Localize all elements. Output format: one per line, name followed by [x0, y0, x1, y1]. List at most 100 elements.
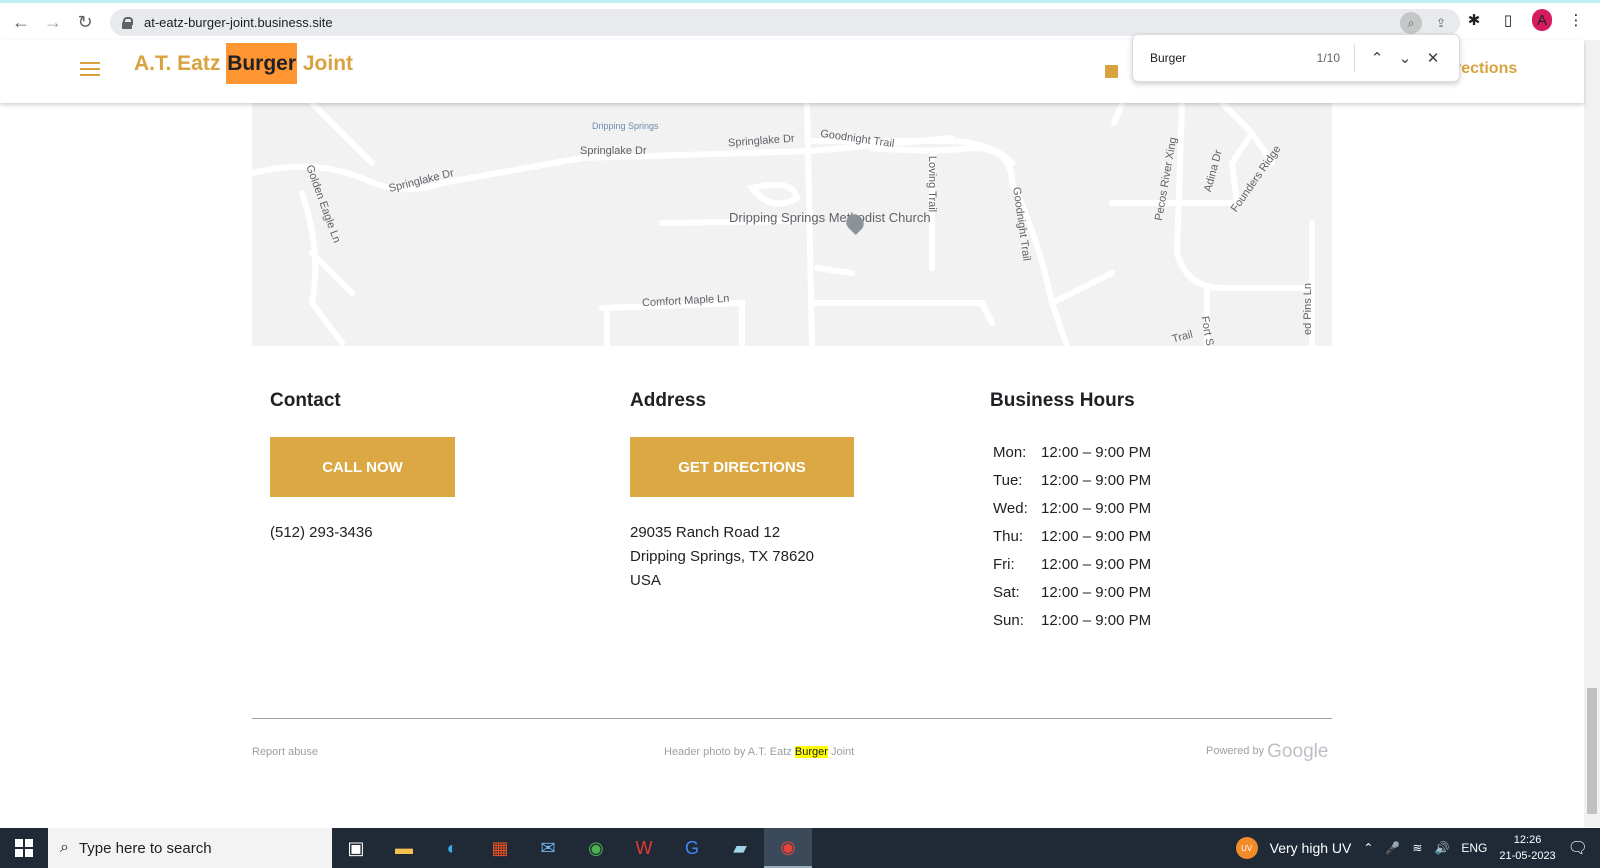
- forward-icon[interactable]: →: [40, 9, 66, 35]
- hours-row: Wed: 12:00 – 9:00 PM: [993, 494, 1151, 522]
- task-view-icon[interactable]: ▣: [332, 828, 380, 868]
- chevron-up-icon[interactable]: ⌃: [1363, 841, 1373, 855]
- map-poi-label[interactable]: Dripping Springs Methodist Church: [729, 211, 931, 224]
- taskbar-search[interactable]: ⌕ Type here to search: [48, 828, 332, 868]
- notifications-icon[interactable]: 🗨: [1568, 838, 1588, 858]
- day-label: Wed:: [993, 499, 1028, 517]
- map[interactable]: Dripping Springs Springlake Dr Springlak…: [252, 103, 1332, 346]
- uv-weather-icon[interactable]: UV: [1235, 837, 1258, 859]
- address-section: Address GET DIRECTIONS 29035 Ranch Road …: [630, 390, 854, 589]
- share-icon[interactable]: ⇪: [1430, 12, 1452, 34]
- close-icon[interactable]: ✕: [1419, 49, 1447, 67]
- contact-section: Contact CALL NOW (512) 293-3436: [270, 390, 455, 541]
- more-menu-icon[interactable]: ⋮: [1566, 11, 1586, 29]
- clock-time: 12:26: [1513, 834, 1542, 846]
- chevron-down-icon[interactable]: ⌄: [1391, 49, 1419, 67]
- day-label: Sat:: [993, 583, 1020, 601]
- day-label: Sun:: [993, 611, 1024, 629]
- chevron-up-icon[interactable]: ⌃: [1363, 49, 1391, 67]
- hours-row: Fri: 12:00 – 9:00 PM: [993, 550, 1151, 578]
- clock-date: 21-05-2023: [1499, 850, 1556, 862]
- clock[interactable]: 12:26 21-05-2023: [1499, 832, 1555, 864]
- time-value: 12:00 – 9:00 PM: [1041, 555, 1152, 573]
- app-icon[interactable]: ▰: [716, 828, 764, 868]
- weather-text[interactable]: Very high UV: [1270, 840, 1352, 856]
- footer-divider: [252, 718, 1332, 719]
- time-value: 12:00 – 9:00 PM: [1041, 527, 1152, 545]
- map-street-label: Springlake Dr: [580, 145, 647, 157]
- time-value: 12:00 – 9:00 PM: [1041, 583, 1152, 601]
- find-count: 1/10: [1316, 51, 1340, 65]
- store-icon[interactable]: ▦: [476, 828, 524, 868]
- powered-by-google[interactable]: Powered by Google: [1206, 741, 1328, 763]
- call-now-button[interactable]: CALL NOW: [270, 437, 455, 497]
- address-heading: Address: [630, 390, 707, 411]
- edge-icon[interactable]: ◐: [428, 828, 476, 868]
- hours-heading: Business Hours: [990, 390, 1135, 411]
- time-value: 12:00 – 9:00 PM: [1041, 499, 1152, 517]
- wifi-icon[interactable]: ≋: [1412, 841, 1422, 855]
- url-text[interactable]: at-eatz-burger-joint.business.site: [144, 15, 333, 30]
- time-value: 12:00 – 9:00 PM: [1041, 443, 1152, 461]
- address-bar[interactable]: at-eatz-burger-joint.business.site ⌕ ⇪: [110, 9, 1460, 36]
- map-street-label: ed Pins Ln: [1301, 283, 1314, 335]
- grammarly-icon[interactable]: G: [668, 828, 716, 868]
- chrome-icon[interactable]: ◉: [572, 828, 620, 868]
- report-abuse-link[interactable]: Report abuse: [252, 746, 318, 758]
- page-scrollbar[interactable]: [1584, 40, 1600, 827]
- find-input[interactable]: Burger: [1150, 51, 1300, 65]
- volume-icon[interactable]: 🔊: [1434, 841, 1449, 855]
- mail-icon[interactable]: ✉: [524, 828, 572, 868]
- profile-avatar[interactable]: A: [1532, 9, 1552, 31]
- lock-icon[interactable]: [122, 16, 133, 29]
- reload-icon[interactable]: ↻: [72, 9, 98, 35]
- phone-number[interactable]: (512) 293-3436: [270, 521, 373, 545]
- time-value: 12:00 – 9:00 PM: [1041, 611, 1152, 629]
- start-button[interactable]: [0, 828, 48, 868]
- hours-row: Sat: 12:00 – 9:00 PM: [993, 578, 1151, 606]
- chrome-profile-icon[interactable]: ◉: [764, 828, 812, 868]
- powered-by-text: Powered by: [1206, 745, 1265, 757]
- find-bar: Burger 1/10 ⌃ ⌄ ✕: [1132, 34, 1460, 82]
- day-label: Tue:: [993, 471, 1023, 489]
- hours-section: Business Hours: [990, 390, 1135, 412]
- google-logo: Google: [1267, 741, 1329, 762]
- find-highlight: Burger: [226, 43, 298, 84]
- windows-taskbar: ⌕ Type here to search ▣ ▬ ◐ ▦ ✉ ◉ W G ▰ …: [0, 828, 1600, 868]
- search-icon: ⌕: [60, 839, 69, 856]
- hours-row: Thu: 12:00 – 9:00 PM: [993, 522, 1151, 550]
- time-value: 12:00 – 9:00 PM: [1041, 471, 1152, 489]
- get-directions-link[interactable]: rections: [1455, 60, 1517, 78]
- find-in-page-icon[interactable]: ⌕: [1400, 12, 1422, 34]
- wps-office-icon[interactable]: W: [620, 828, 668, 868]
- hours-row: Tue: 12:00 – 9:00 PM: [993, 466, 1151, 494]
- hours-row: Sun: 12:00 – 9:00 PM: [993, 606, 1151, 634]
- microphone-icon[interactable]: 🎤: [1385, 841, 1400, 855]
- header-photo-credit: Header photo by A.T. Eatz Burger Joint: [664, 746, 854, 758]
- scrollbar-thumb[interactable]: [1587, 688, 1597, 814]
- search-placeholder: Type here to search: [78, 839, 212, 857]
- brand-title[interactable]: A.T. Eatz Burger Joint: [134, 43, 354, 84]
- side-panel-icon[interactable]: ▯: [1498, 11, 1518, 29]
- language-indicator[interactable]: ENG: [1461, 841, 1487, 855]
- address-line: USA: [630, 572, 661, 589]
- brand-text: A.T. Eatz: [134, 52, 227, 75]
- menu-list-icon[interactable]: [1105, 65, 1118, 78]
- file-explorer-icon[interactable]: ▬: [380, 828, 428, 868]
- address-line: 29035 Ranch Road 12: [630, 524, 781, 541]
- map-place-label: Dripping Springs: [592, 121, 659, 131]
- map-street-label: Loving Trail: [926, 155, 939, 213]
- extensions-icon[interactable]: ✱: [1464, 11, 1484, 29]
- day-label: Thu:: [993, 527, 1024, 545]
- find-highlight: Burger: [794, 746, 828, 758]
- credit-text: Joint: [827, 746, 855, 758]
- credit-text: Header photo by A.T. Eatz: [664, 746, 795, 758]
- hamburger-menu-icon[interactable]: [80, 62, 100, 76]
- get-directions-button[interactable]: GET DIRECTIONS: [630, 437, 854, 497]
- brand-text: Joint: [297, 52, 354, 75]
- day-label: Mon:: [993, 443, 1027, 461]
- address-line: Dripping Springs, TX 78620: [630, 548, 814, 565]
- divider: [1354, 44, 1355, 72]
- back-icon[interactable]: ←: [8, 9, 34, 35]
- hours-table: Mon: 12:00 – 9:00 PM Tue: 12:00 – 9:00 PM …: [993, 438, 1151, 634]
